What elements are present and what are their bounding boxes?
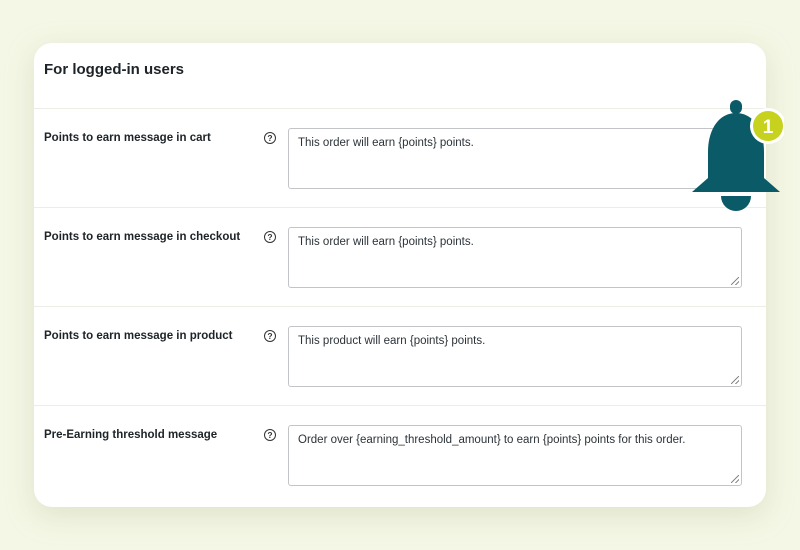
resize-handle-icon[interactable] <box>731 475 739 483</box>
resize-handle-icon[interactable] <box>731 277 739 285</box>
textarea-value: This order will earn {points} points. <box>298 236 474 248</box>
cart-message-textarea[interactable]: This order will earn {points} points. <box>288 128 742 189</box>
textarea-value: Order over {earning_threshold_amount} to… <box>298 434 686 446</box>
settings-card: For logged-in users Points to earn messa… <box>34 43 766 507</box>
notification-bell[interactable]: 1 <box>688 98 784 214</box>
badge-count: 1 <box>763 117 774 138</box>
help-icon[interactable]: ? <box>264 330 276 342</box>
resize-handle-icon[interactable] <box>731 376 739 384</box>
help-icon[interactable]: ? <box>264 132 276 144</box>
product-message-textarea[interactable]: This product will earn {points} points. <box>288 326 742 387</box>
help-icon[interactable]: ? <box>264 429 276 441</box>
setting-row-cart: Points to earn message in cart ? This or… <box>34 108 766 207</box>
checkout-message-textarea[interactable]: This order will earn {points} points. <box>288 227 742 288</box>
setting-label: Pre-Earning threshold message <box>44 429 218 441</box>
setting-row-threshold: Pre-Earning threshold message ? Order ov… <box>34 405 766 504</box>
setting-label: Points to earn message in cart <box>44 132 211 144</box>
threshold-message-textarea[interactable]: Order over {earning_threshold_amount} to… <box>288 425 742 486</box>
textarea-value: This product will earn {points} points. <box>298 335 486 347</box>
setting-label: Points to earn message in checkout <box>44 231 241 243</box>
setting-row-checkout: Points to earn message in checkout ? Thi… <box>34 207 766 306</box>
setting-row-product: Points to earn message in product ? This… <box>34 306 766 405</box>
section-title: For logged-in users <box>44 61 185 78</box>
help-icon[interactable]: ? <box>264 231 276 243</box>
setting-label: Points to earn message in product <box>44 330 233 342</box>
